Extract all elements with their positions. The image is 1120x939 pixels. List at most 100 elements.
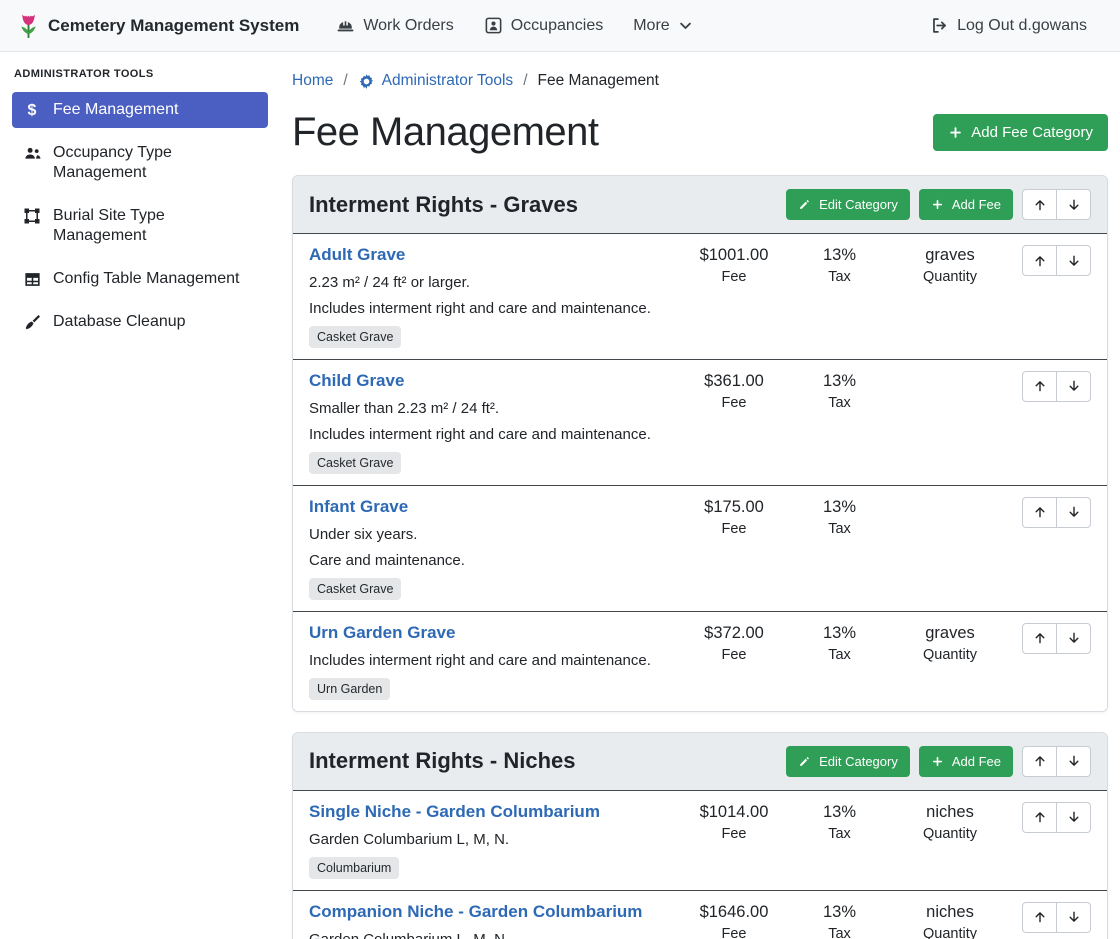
nav-work-orders[interactable]: Work Orders (321, 8, 468, 43)
fee-amount-col: $372.00 Fee (679, 622, 789, 663)
breadcrumb-admin-tools-link[interactable]: Administrator Tools (358, 72, 514, 90)
add-fee-button[interactable]: Add Fee (919, 189, 1013, 220)
fee-amount: $1001.00 (679, 246, 789, 265)
move-category-down-button[interactable] (1056, 746, 1091, 777)
sidebar-item-database-cleanup[interactable]: Database Cleanup (12, 304, 268, 340)
page-header: Fee Management Add Fee Category (292, 110, 1108, 155)
arrow-up-icon (1033, 910, 1047, 924)
category-actions: Edit Category Add Fee (786, 189, 1091, 220)
fee-name-link[interactable]: Infant Grave (309, 496, 408, 519)
sidebar-item-label: Database Cleanup (53, 312, 186, 332)
fee-description: 2.23 m² / 24 ft² or larger. (309, 272, 671, 293)
fee-type-badge: Columbarium (309, 857, 399, 879)
breadcrumb-home-link[interactable]: Home (292, 72, 333, 90)
edit-category-button[interactable]: Edit Category (786, 189, 910, 220)
fee-amount-label: Fee (679, 647, 789, 663)
sidebar-item-fee-management[interactable]: $ Fee Management (12, 92, 268, 128)
arrow-up-icon (1033, 754, 1047, 768)
arrow-down-icon (1067, 379, 1081, 393)
fee-quantity: niches (890, 903, 1010, 922)
fee-quantity: graves (890, 624, 1010, 643)
move-fee-up-button[interactable] (1022, 623, 1057, 654)
move-category-down-button[interactable] (1056, 189, 1091, 220)
occupancy-icon (484, 16, 503, 35)
fee-tax-label: Tax (797, 926, 882, 939)
add-fee-button[interactable]: Add Fee (919, 746, 1013, 777)
fee-tax: 13% (797, 246, 882, 265)
sidebar-item-burial-site-type-management[interactable]: Burial Site Type Management (12, 198, 268, 254)
fee-list: Adult Grave 2.23 m² / 24 ft² or larger. I… (293, 233, 1107, 711)
fee-quantity-label: Quantity (890, 269, 1010, 285)
move-fee-down-button[interactable] (1056, 623, 1091, 654)
arrow-up-icon (1033, 505, 1047, 519)
fee-description: Garden Columbarium L, M, N. (309, 829, 671, 850)
fee-name-link[interactable]: Companion Niche - Garden Columbarium (309, 901, 642, 924)
arrow-down-icon (1067, 754, 1081, 768)
sidebar-item-occupancy-type-management[interactable]: Occupancy Type Management (12, 135, 268, 191)
add-fee-label: Add Fee (952, 754, 1001, 769)
fee-list: Single Niche - Garden Columbarium Garden… (293, 790, 1107, 939)
add-fee-category-button[interactable]: Add Fee Category (933, 114, 1108, 151)
sidebar-item-label: Occupancy Type Management (53, 143, 258, 183)
move-fee-down-button[interactable] (1056, 497, 1091, 528)
fee-category-card: Interment Rights - Graves Edit Category … (292, 175, 1108, 712)
fee-category-card: Interment Rights - Niches Edit Category … (292, 732, 1108, 939)
fee-quantity: graves (890, 246, 1010, 265)
fee-tax-col: 13% Tax (797, 244, 882, 285)
move-fee-down-button[interactable] (1056, 802, 1091, 833)
edit-category-label: Edit Category (819, 754, 898, 769)
fee-name-link[interactable]: Urn Garden Grave (309, 622, 455, 645)
move-fee-up-button[interactable] (1022, 371, 1057, 402)
sidebar-item-label: Config Table Management (53, 269, 240, 289)
breadcrumb-separator: / (523, 72, 527, 90)
move-fee-up-button[interactable] (1022, 497, 1057, 528)
fee-info: Urn Garden Grave Includes interment righ… (309, 622, 671, 700)
fee-info: Single Niche - Garden Columbarium Garden… (309, 801, 671, 879)
move-fee-down-button[interactable] (1056, 245, 1091, 276)
breadcrumb: Home / Administrator Tools / Fee Managem… (292, 72, 1108, 90)
fee-quantity-col: niches Quantity (890, 901, 1010, 939)
category-reorder-group (1022, 746, 1091, 777)
arrow-down-icon (1067, 910, 1081, 924)
nav-occupancies-label: Occupancies (511, 17, 604, 35)
plus-icon (948, 125, 963, 140)
nav-more[interactable]: More (618, 9, 707, 43)
arrow-up-icon (1033, 631, 1047, 645)
move-fee-down-button[interactable] (1056, 371, 1091, 402)
fee-descriptions: Smaller than 2.23 m² / 24 ft².Includes i… (309, 398, 671, 445)
sidebar-item-label: Fee Management (53, 100, 178, 120)
sidebar-item-config-table-management[interactable]: Config Table Management (12, 261, 268, 297)
fee-quantity-col: graves Quantity (890, 622, 1010, 663)
edit-category-button[interactable]: Edit Category (786, 746, 910, 777)
fee-amount: $1014.00 (679, 803, 789, 822)
fee-name-link[interactable]: Adult Grave (309, 244, 405, 267)
pencil-icon (798, 198, 811, 211)
move-category-up-button[interactable] (1022, 189, 1057, 220)
fee-row: Child Grave Smaller than 2.23 m² / 24 ft… (293, 359, 1107, 485)
move-fee-up-button[interactable] (1022, 802, 1057, 833)
fee-description: Includes interment right and care and ma… (309, 424, 671, 445)
fee-tax-label: Tax (797, 395, 882, 411)
fee-description: Includes interment right and care and ma… (309, 298, 671, 319)
fee-info: Companion Niche - Garden Columbarium Gar… (309, 901, 671, 939)
fee-row: Single Niche - Garden Columbarium Garden… (293, 790, 1107, 890)
arrow-down-icon (1067, 505, 1081, 519)
fee-descriptions: Garden Columbarium L, M, N. (309, 829, 671, 850)
fee-name-link[interactable]: Single Niche - Garden Columbarium (309, 801, 600, 824)
fee-name-link[interactable]: Child Grave (309, 370, 404, 393)
fee-amount: $1646.00 (679, 903, 789, 922)
sidebar: ADMINISTRATOR TOOLS $ Fee Management Occ… (0, 52, 280, 939)
brand-link[interactable]: Cemetery Management System (18, 12, 299, 39)
fee-type-badge: Urn Garden (309, 678, 390, 700)
fee-amount-col: $1014.00 Fee (679, 801, 789, 842)
fee-tax-col: 13% Tax (797, 496, 882, 537)
move-fee-up-button[interactable] (1022, 245, 1057, 276)
chevron-down-icon (678, 18, 693, 33)
fee-reorder-group (1022, 245, 1091, 276)
move-fee-up-button[interactable] (1022, 902, 1057, 933)
move-fee-down-button[interactable] (1056, 902, 1091, 933)
move-category-up-button[interactable] (1022, 746, 1057, 777)
logout-link[interactable]: Log Out d.gowans (915, 8, 1102, 43)
nav-occupancies[interactable]: Occupancies (469, 8, 619, 43)
fee-amount-label: Fee (679, 826, 789, 842)
